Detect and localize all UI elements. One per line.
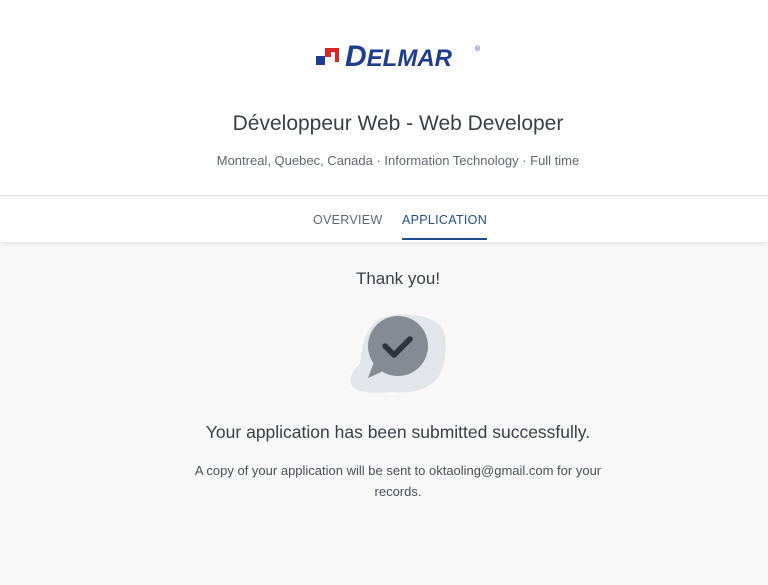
tab-overview[interactable]: OVERVIEW [313, 213, 383, 227]
delmar-wordmark: DELMAR [345, 42, 452, 74]
registered-mark: ® [475, 46, 481, 53]
job-tabs: OVERVIEW APPLICATION [0, 196, 768, 242]
success-message: Your application has been submitted succ… [205, 422, 591, 442]
delmar-logo-mark-icon [316, 48, 339, 65]
wordmark-rest: ELMAR [366, 45, 452, 72]
job-header: DELMAR ® Développeur Web - Web Developer… [0, 0, 768, 196]
thank-you-heading: Thank you! [355, 269, 441, 288]
chat-bubble-check-icon [350, 314, 446, 393]
copy-note: A copy of your application will be sent … [194, 463, 602, 499]
wordmark-first-letter: D [345, 40, 367, 73]
tab-application[interactable]: APPLICATION [402, 213, 488, 240]
delmar-logo[interactable]: DELMAR ® [315, 42, 485, 72]
job-meta: Montreal, Quebec, Canada · Information T… [216, 153, 580, 168]
job-title: Développeur Web - Web Developer [232, 112, 564, 135]
